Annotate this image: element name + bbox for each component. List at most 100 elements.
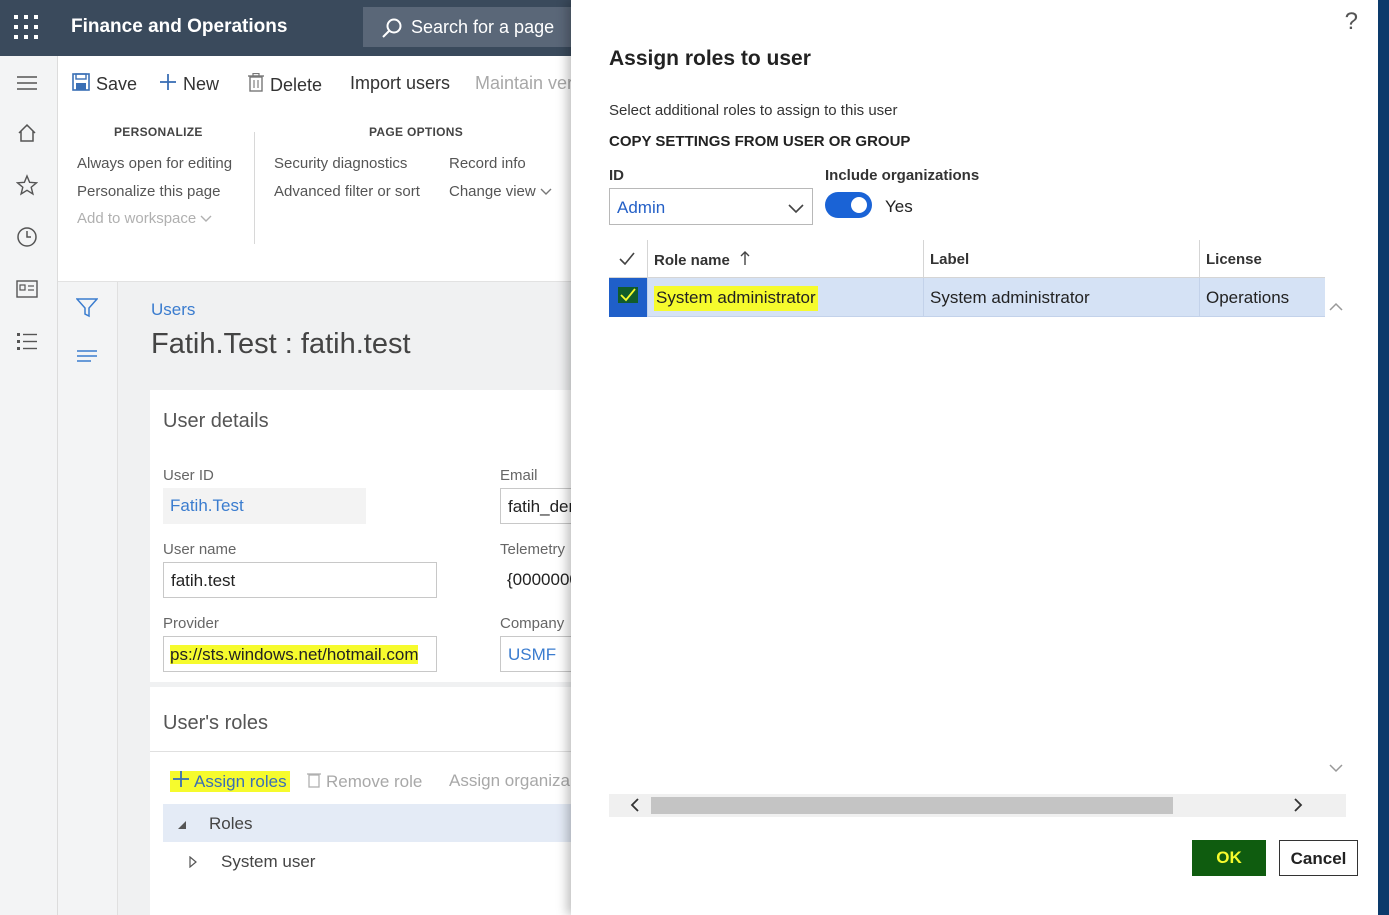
- column-role-name[interactable]: Role name: [647, 240, 923, 278]
- filter-strip: [58, 282, 118, 915]
- vertical-scrollbar[interactable]: [1325, 278, 1346, 794]
- company-label: Company: [500, 615, 565, 632]
- scrollbar-thumb[interactable]: [651, 797, 1173, 814]
- role-name-value: System administrator: [654, 286, 818, 311]
- related-info-lines-icon[interactable]: [77, 350, 97, 369]
- telemetry-field[interactable]: {0000000: [500, 562, 580, 598]
- scroll-down-chevron-icon[interactable]: [1329, 760, 1343, 778]
- tree-label-roles: Roles: [209, 814, 253, 833]
- assign-roles-label: Assign roles: [194, 771, 287, 791]
- include-organizations-label: Include organizations: [825, 167, 980, 184]
- tree-row-system-user[interactable]: System user: [163, 842, 580, 880]
- advanced-filter-link[interactable]: Advanced filter or sort: [274, 183, 420, 200]
- provider-label: Provider: [163, 615, 219, 632]
- grid-header: Role name Label License: [609, 240, 1325, 278]
- user-id-field[interactable]: Fatih.Test: [163, 488, 366, 524]
- app-launcher-icon[interactable]: [14, 15, 40, 41]
- add-to-workspace-menu[interactable]: Add to workspace: [77, 210, 212, 227]
- include-organizations-value: Yes: [885, 197, 913, 216]
- app-title[interactable]: Finance and Operations: [71, 16, 287, 38]
- import-users-button[interactable]: Import users: [350, 73, 450, 94]
- select-all-checkmark-icon[interactable]: [619, 252, 635, 270]
- assign-roles-button[interactable]: Assign roles: [170, 771, 290, 792]
- new-label: New: [183, 74, 220, 94]
- change-view-menu[interactable]: Change view: [449, 183, 552, 200]
- save-button[interactable]: Save: [72, 73, 137, 96]
- page-options-heading: PAGE OPTIONS: [369, 125, 464, 139]
- horizontal-scrollbar[interactable]: [609, 794, 1346, 817]
- copy-settings-heading: COPY SETTINGS FROM USER OR GROUP: [609, 133, 911, 150]
- chevron-down-icon: [788, 199, 804, 219]
- delete-button[interactable]: Delete: [248, 72, 323, 97]
- save-label: Save: [96, 74, 138, 94]
- assign-organizations-button[interactable]: Assign organiza: [449, 771, 570, 791]
- chevron-down-icon: [200, 210, 212, 227]
- breadcrumb[interactable]: Users: [151, 300, 195, 320]
- personalize-page-link[interactable]: Personalize this page: [77, 183, 220, 200]
- expand-triangle-icon[interactable]: [189, 853, 197, 873]
- maintain-versions-button[interactable]: Maintain ver: [475, 73, 573, 94]
- include-organizations-toggle[interactable]: [825, 192, 872, 218]
- filter-icon[interactable]: [75, 298, 99, 323]
- plus-icon: [159, 73, 177, 96]
- save-icon: [72, 73, 90, 96]
- id-dropdown[interactable]: Admin: [609, 188, 813, 225]
- cell-license: Operations: [1199, 278, 1325, 317]
- cancel-button[interactable]: Cancel: [1279, 840, 1358, 876]
- sort-ascending-arrow-icon: [740, 251, 750, 269]
- column-license[interactable]: License: [1199, 240, 1325, 278]
- remove-role-button[interactable]: Remove role: [307, 771, 422, 793]
- options-ribbon: PERSONALIZE PAGE OPTIONS Always open for…: [58, 110, 575, 282]
- help-icon[interactable]: ?: [1345, 8, 1358, 36]
- collapse-triangle-icon[interactable]: [177, 815, 187, 835]
- favorites-star-icon[interactable]: [14, 172, 40, 198]
- recent-clock-icon[interactable]: [14, 224, 40, 250]
- id-value: Admin: [617, 198, 666, 217]
- tree-row-roles[interactable]: Roles: [163, 804, 580, 842]
- table-row[interactable]: System administrator System administrato…: [609, 278, 1325, 317]
- always-open-for-editing-link[interactable]: Always open for editing: [77, 155, 232, 172]
- column-label[interactable]: Label: [923, 240, 1199, 278]
- users-roles-card: User's roles Assign roles Remove role As…: [150, 687, 580, 915]
- email-label: Email: [500, 467, 538, 484]
- id-label: ID: [609, 167, 624, 184]
- remove-role-label: Remove role: [326, 772, 423, 791]
- trash-icon: [307, 771, 321, 793]
- scroll-right-chevron-icon[interactable]: [1294, 798, 1303, 817]
- company-field[interactable]: USMF: [500, 636, 580, 672]
- dialog-title: Assign roles to user: [609, 47, 811, 70]
- email-field[interactable]: fatih_der: [500, 488, 580, 524]
- home-icon[interactable]: [14, 120, 40, 146]
- workspaces-icon[interactable]: [14, 276, 40, 302]
- row-selected-checkbox[interactable]: [609, 278, 647, 317]
- delete-label: Delete: [270, 74, 323, 95]
- main-content: Users Fatih.Test : fatih.test User detai…: [118, 282, 580, 915]
- top-bar: Finance and Operations Search for a page: [0, 0, 578, 56]
- trash-icon: [248, 72, 264, 97]
- scroll-left-chevron-icon[interactable]: [630, 798, 639, 817]
- hamburger-menu-icon[interactable]: [14, 70, 40, 96]
- user-id-label: User ID: [163, 467, 214, 484]
- checkmark-icon: [618, 287, 638, 308]
- security-diagnostics-link[interactable]: Security diagnostics: [274, 155, 407, 172]
- search-box[interactable]: Search for a page: [363, 7, 578, 47]
- user-name-label: User name: [163, 541, 237, 558]
- add-to-workspace-label: Add to workspace: [77, 210, 197, 227]
- user-name-field[interactable]: fatih.test: [163, 562, 437, 598]
- roles-grid: Role name Label License System administr…: [609, 240, 1346, 817]
- assign-roles-dialog: ? Assign roles to user Select additional…: [571, 0, 1378, 915]
- provider-field[interactable]: ps://sts.windows.net/hotmail.com: [163, 636, 437, 672]
- user-details-card: User details User ID Fatih.Test Email fa…: [150, 390, 580, 682]
- scroll-up-chevron-icon[interactable]: [1329, 298, 1343, 316]
- user-details-title[interactable]: User details: [163, 410, 269, 433]
- change-view-label: Change view: [449, 183, 536, 200]
- new-button[interactable]: New: [159, 73, 219, 96]
- modules-list-icon[interactable]: [14, 328, 40, 354]
- page-title: Fatih.Test : fatih.test: [151, 328, 411, 360]
- ribbon-separator: [254, 132, 255, 244]
- ok-button[interactable]: OK: [1192, 840, 1266, 876]
- tree-label-system-user: System user: [221, 852, 316, 871]
- record-info-link[interactable]: Record info: [449, 155, 526, 172]
- desktop-background-edge: [1378, 0, 1389, 915]
- action-pane: Save New Delete Import users Maintain ve…: [58, 56, 575, 110]
